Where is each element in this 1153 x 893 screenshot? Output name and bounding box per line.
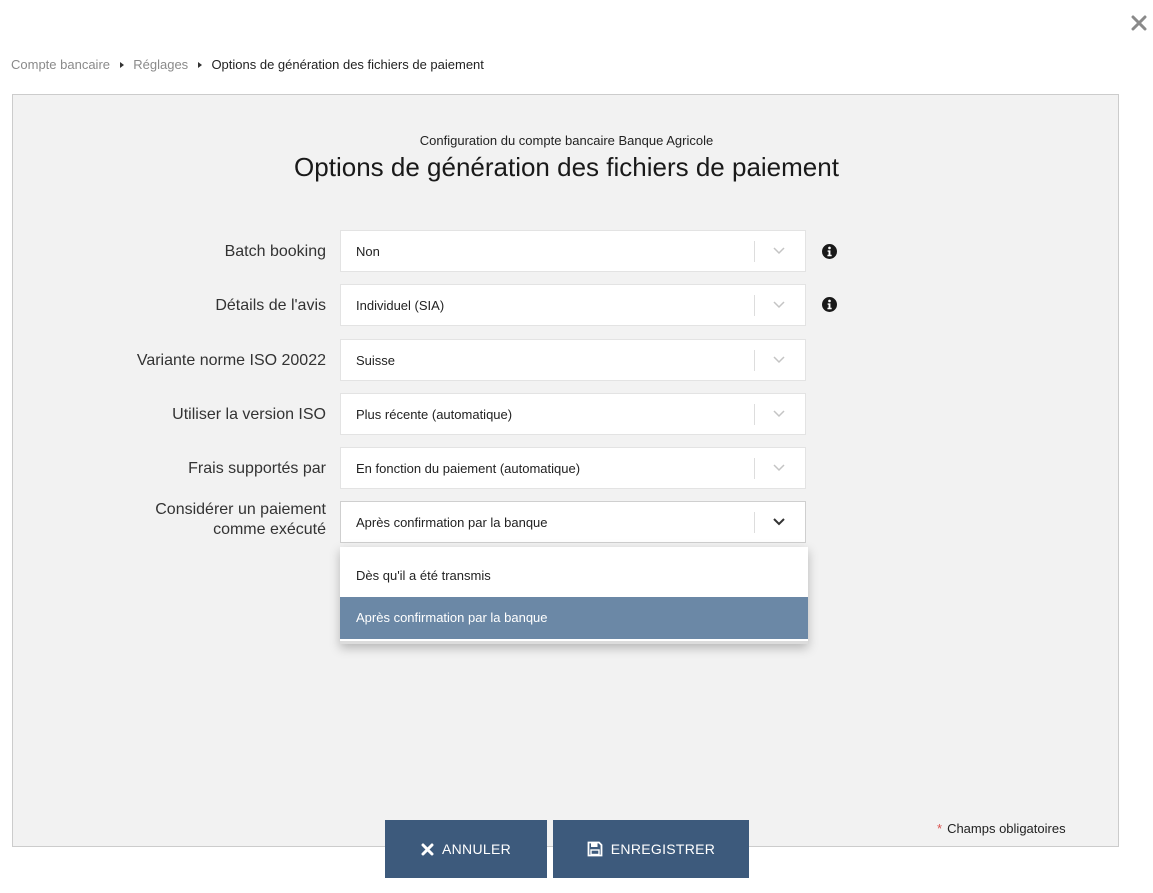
required-star: * [937,821,943,836]
iso-variant-value: Suisse [356,353,396,368]
breadcrumb-item-compte-bancaire[interactable]: Compte bancaire [11,57,110,72]
chevron-down-icon [773,356,785,364]
breadcrumb: Compte bancaire Réglages Options de géné… [11,57,484,72]
page-title: Options de génération des fichiers de pa… [294,152,839,182]
dropdown-option-bank-confirmation[interactable]: Après confirmation par la banque [340,597,808,639]
close-icon [1131,15,1147,31]
charges-bearer-select[interactable]: En fonction du paiement (automatique) [340,447,806,489]
breadcrumb-item-reglages[interactable]: Réglages [133,57,188,72]
save-button[interactable]: ENREGISTRER [553,820,749,878]
dropdown-option-transmitted[interactable]: Dès qu'il a été transmis [340,555,808,597]
save-button-label: ENREGISTRER [610,841,716,857]
notice-details-value: Individuel (SIA) [356,298,445,313]
payment-executed-label: Considérer un paiement comme exécuté [6,500,326,540]
chevron-down-icon [773,464,785,472]
batch-booking-select[interactable]: Non [340,230,806,272]
payment-executed-value: Après confirmation par la banque [356,515,548,530]
batch-booking-value: Non [356,244,380,259]
charges-bearer-value: En fonction du paiement (automatique) [356,461,581,476]
cancel-button-label: ANNULER [441,841,511,857]
floppy-disk-icon [587,841,603,857]
payment-executed-dropdown: Dès qu'il a été transmis Après confirmat… [340,547,808,644]
select-divider [754,458,755,479]
chevron-down-icon [773,410,785,418]
select-divider [754,350,755,371]
required-fields-note: * Champs obligatoires [937,821,1066,836]
close-dialog-button[interactable] [1130,14,1148,32]
iso-variant-label: Variante norme ISO 20022 [136,352,326,369]
breadcrumb-separator-icon [197,62,202,69]
iso-version-value: Plus récente (automatique) [356,407,513,422]
notice-details-label: Détails de l'avis [215,297,326,314]
notice-details-select[interactable]: Individuel (SIA) [340,284,806,326]
select-divider [754,241,755,262]
chevron-down-icon [773,518,785,526]
payment-executed-label-line1: Considérer un paiement [155,501,326,518]
payment-executed-label-line2: comme exécuté [213,521,326,538]
cancel-button[interactable]: ANNULER [385,820,547,878]
iso-version-label: Utiliser la version ISO [172,406,326,423]
chevron-down-icon [773,301,785,309]
select-divider [754,512,755,533]
charges-bearer-label: Frais supportés par [188,460,326,477]
breadcrumb-current: Options de génération des fichiers de pa… [211,57,484,72]
close-icon [421,843,434,855]
info-icon[interactable] [822,297,837,312]
page-subtitle: Configuration du compte bancaire Banque … [419,133,714,148]
breadcrumb-separator-icon [119,62,124,69]
iso-version-select[interactable]: Plus récente (automatique) [340,393,806,435]
select-divider [754,295,755,316]
info-icon[interactable] [822,244,837,259]
payment-executed-select[interactable]: Après confirmation par la banque [340,501,806,543]
required-fields-text: Champs obligatoires [947,821,1066,836]
select-divider [754,404,755,425]
iso-variant-select[interactable]: Suisse [340,339,806,381]
chevron-down-icon [773,247,785,255]
batch-booking-label: Batch booking [224,243,326,260]
